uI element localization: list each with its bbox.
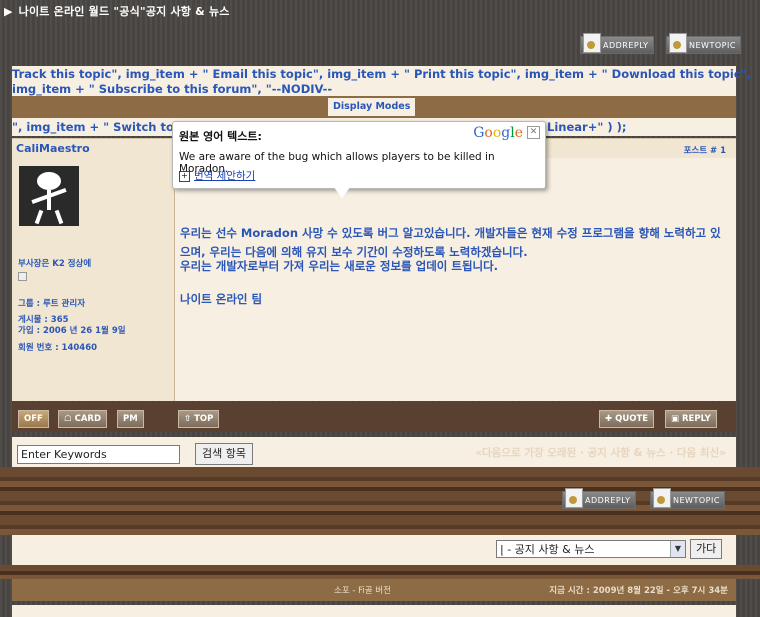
display-modes-bar: Display Modes	[12, 96, 736, 118]
search-topic-button[interactable]: 검색 항목	[195, 443, 253, 465]
search-row: 검색 항목 «다음으로 가장 오래된 · 공지 사항 & 뉴스 · 다음 최신»	[12, 437, 736, 467]
chevron-down-icon[interactable]: ▼	[670, 541, 685, 557]
newtopic-button-top[interactable]: NEWTOPIC	[666, 33, 741, 54]
topic-links-line2[interactable]: img_item + " Subscribe to this forum", "…	[12, 81, 736, 96]
popup-pointer	[333, 186, 351, 198]
google-logo: Google	[473, 125, 523, 141]
rank-pip-icon	[18, 272, 27, 281]
status-bar: 소포 - Fi골 버전 지금 시간 : 2009년 8월 22일 - 오후 7시…	[12, 579, 736, 601]
reply-small-icon: ▣	[671, 414, 682, 424]
forum-jump-value: | - 공지 사항 & 뉴스	[500, 543, 595, 556]
go-button[interactable]: 가다	[690, 539, 723, 559]
online-status-badge: OFF	[18, 410, 49, 428]
post-author-link[interactable]: CaliMaestro	[16, 142, 90, 155]
translate-popup: 원본 영어 텍스트: Google ✕ We are aware of the …	[172, 121, 546, 189]
card-label: CARD	[74, 414, 102, 424]
topic-links-line1[interactable]: Track this topic", img_item + " Email th…	[12, 66, 751, 81]
member-rank: 부사장은 K2 정상에	[18, 259, 92, 269]
member-group: 그룹 : 루트 관리자	[18, 299, 86, 309]
quote-icon: ✚	[605, 414, 616, 424]
author-info-column: 부사장은 K2 정상에 그룹 : 루트 관리자 게시물 : 365 가입 : 2…	[12, 158, 175, 401]
avatar	[19, 166, 79, 226]
topic-nav-links[interactable]: «다음으로 가장 오래된 · 공지 사항 & 뉴스 · 다음 최신»	[475, 445, 726, 460]
card-button[interactable]: ☖ CARD	[58, 410, 108, 428]
post-body: 우리는 선수 Moradon 사망 수 있도록 버그 알고있습니다. 개발자들은…	[175, 158, 736, 401]
lofi-link[interactable]: 소포 - Fi골 버전	[334, 584, 391, 596]
addreply-label: ADDREPLY	[603, 40, 649, 50]
forum-title: ▶ 나이트 온라인 월드 "공식"공지 사항 & 뉴스	[4, 3, 230, 19]
reply-icon	[565, 488, 583, 508]
plus-icon: +	[179, 170, 190, 182]
newtopic-icon	[669, 33, 687, 53]
arrow-up-icon: ⇧	[184, 414, 195, 424]
quote-button[interactable]: ✚ QUOTE	[599, 410, 655, 428]
keywords-input[interactable]	[17, 445, 180, 464]
switch-link[interactable]: ", img_item + " Switch to	[12, 120, 174, 134]
triangle-right-icon: ▶	[4, 5, 13, 18]
suggest-label: 번역 제안하기	[194, 170, 256, 182]
top-button[interactable]: ⇧ TOP	[178, 410, 220, 428]
forum-title-text: 나이트 온라인 월드 "공식"공지 사항 & 뉴스	[18, 5, 230, 18]
newtopic-icon	[653, 488, 671, 508]
newtopic-button-bottom[interactable]: NEWTOPIC	[650, 488, 725, 509]
suggest-translation-link[interactable]: + 번역 제안하기	[179, 168, 255, 183]
current-time: 지금 시간 : 2009년 8월 22일 - 오후 7시 34분	[549, 586, 728, 596]
wood-divider	[0, 467, 760, 535]
member-number: 회원 번호 : 140460	[18, 343, 98, 353]
addreply-button-bottom[interactable]: ADDREPLY	[562, 488, 636, 509]
reply-label: REPLY	[682, 414, 711, 424]
close-icon[interactable]: ✕	[527, 126, 540, 139]
wood-divider-2	[0, 565, 760, 579]
footer-strip	[12, 605, 736, 617]
forum-jump-select[interactable]: | - 공지 사항 & 뉴스 ▼	[496, 540, 686, 558]
display-modes-link[interactable]: Display Modes	[328, 98, 416, 116]
newtopic-label: NEWTOPIC	[673, 495, 720, 505]
top-label: TOP	[194, 414, 214, 424]
topic-options-links[interactable]: Track this topic", img_item + " Email th…	[12, 66, 751, 96]
post-number-link[interactable]: 포스트 # 1	[684, 144, 726, 156]
post-signature: 나이트 온라인 팀	[180, 292, 263, 306]
pm-button[interactable]: PM	[117, 410, 144, 428]
reply-icon	[583, 33, 601, 53]
member-joined: 가입 : 2006 년 26 1월 9일	[18, 326, 126, 336]
card-icon: ☖	[64, 414, 75, 424]
post-paragraph-2: 우리는 개발자로부터 가져 우리는 새로운 정보를 업데이 트됩니다.	[180, 259, 499, 273]
post-action-bar: OFF ☖ CARD PM ⇧ TOP ✚ QUOTE ▣ REPLY	[12, 402, 736, 432]
quote-label: QUOTE	[615, 414, 649, 424]
linear-link[interactable]: Linear+" ) );	[547, 120, 626, 134]
forum-jump-row: | - 공지 사항 & 뉴스 ▼ 가다	[12, 535, 736, 565]
reply-button[interactable]: ▣ REPLY	[665, 410, 717, 428]
addreply-button-top[interactable]: ADDREPLY	[580, 33, 654, 54]
newtopic-label: NEWTOPIC	[689, 40, 736, 50]
popup-title: 원본 영어 텍스트:	[179, 130, 262, 143]
addreply-label: ADDREPLY	[585, 495, 631, 505]
